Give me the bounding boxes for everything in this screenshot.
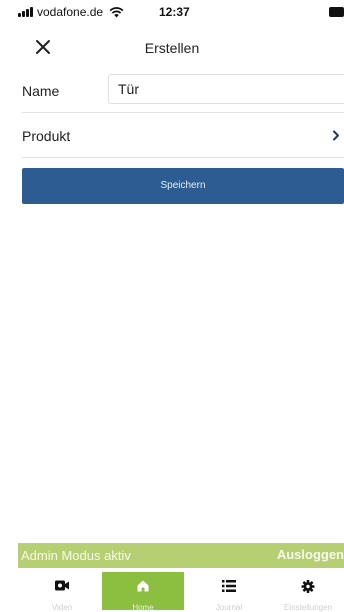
logout-button[interactable]: Ausloggen bbox=[277, 547, 344, 562]
tab-video-label: Video bbox=[51, 603, 73, 612]
signal-strength-icon bbox=[18, 7, 34, 17]
tab-journal-label: Journal bbox=[215, 603, 243, 612]
admin-mode-text: Admin Modus aktiv bbox=[21, 548, 131, 563]
chevron-right-icon bbox=[333, 130, 339, 141]
wifi-icon bbox=[109, 7, 124, 18]
gear-icon bbox=[301, 580, 315, 593]
save-button[interactable]: Speichern bbox=[22, 168, 344, 204]
name-row: Name bbox=[22, 70, 344, 113]
tab-home-label: Home bbox=[132, 603, 154, 612]
header: Erstellen bbox=[0, 30, 344, 66]
carrier-name: vodafone.de bbox=[37, 5, 104, 19]
battery-icon bbox=[329, 7, 344, 17]
status-bar: vodafone.de 12:37 bbox=[0, 0, 344, 24]
tab-home[interactable]: Home bbox=[102, 572, 184, 612]
tab-video[interactable]: Video bbox=[22, 572, 102, 612]
list-icon bbox=[222, 580, 236, 592]
tab-bar: Video Home Journal Einstellungen bbox=[0, 572, 344, 612]
product-row[interactable]: Produkt bbox=[22, 113, 344, 158]
product-label: Produkt bbox=[22, 128, 71, 144]
video-camera-icon bbox=[55, 580, 69, 591]
name-input[interactable] bbox=[108, 74, 344, 104]
home-icon bbox=[137, 580, 149, 592]
tab-einstellungen-label: Einstellungen bbox=[283, 603, 333, 612]
status-time: 12:37 bbox=[159, 5, 190, 19]
name-label: Name bbox=[22, 83, 60, 99]
admin-mode-banner: Admin Modus aktiv Ausloggen bbox=[18, 543, 344, 568]
tab-einstellungen[interactable]: Einstellungen bbox=[272, 572, 344, 612]
tab-journal[interactable]: Journal bbox=[188, 572, 270, 612]
page-title: Erstellen bbox=[144, 40, 200, 56]
